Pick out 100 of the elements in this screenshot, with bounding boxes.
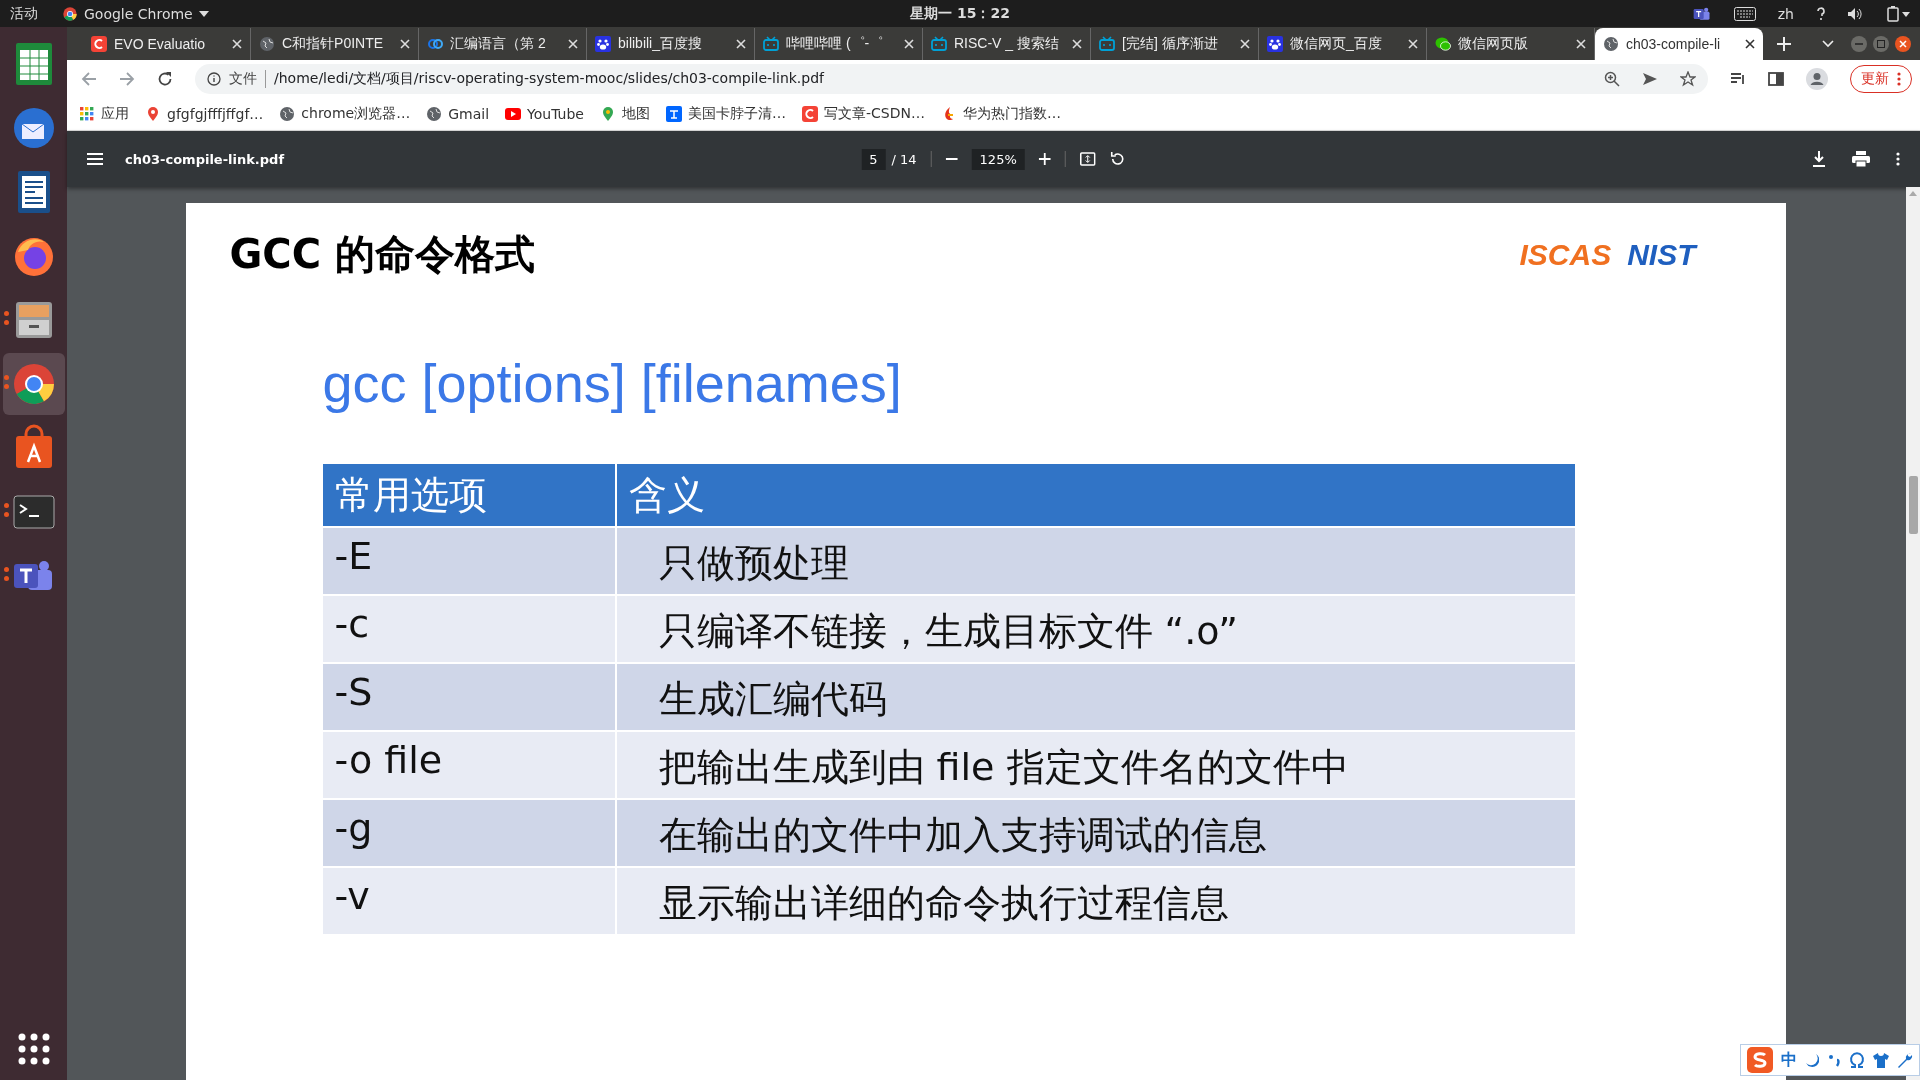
map-pin-icon <box>600 106 616 122</box>
close-icon[interactable] <box>1894 35 1912 53</box>
print-icon[interactable] <box>1852 151 1870 167</box>
bookmark[interactable]: 地图 <box>600 105 650 123</box>
send-icon[interactable] <box>1642 71 1658 87</box>
download-icon[interactable] <box>1812 151 1826 167</box>
bookmark[interactable]: 美国卡脖子清… <box>666 105 786 123</box>
paw-icon <box>1267 36 1283 52</box>
more-icon <box>1897 72 1901 86</box>
logo: NIST <box>1627 237 1696 272</box>
table-cell: -v <box>322 868 615 934</box>
bookmark[interactable]: 华为热门指数… <box>940 105 1061 123</box>
menu-icon[interactable] <box>87 153 103 165</box>
apps-icon <box>79 106 95 122</box>
table-cell: 只做预处理 <box>616 528 1575 594</box>
keyboard-icon[interactable] <box>1733 6 1756 21</box>
reload-icon[interactable] <box>157 71 173 87</box>
logo: ISCAS <box>1519 237 1612 272</box>
info-icon <box>207 72 221 86</box>
page-total: / 14 <box>891 151 917 167</box>
media-list-icon[interactable] <box>1730 71 1746 87</box>
chat-icon <box>1435 36 1451 52</box>
letter-c-icon <box>91 36 107 52</box>
star-icon[interactable] <box>1680 71 1696 87</box>
input-mode-toggle[interactable]: 中 <box>1781 1049 1797 1071</box>
clock[interactable]: 星期一 15：22 <box>910 4 1010 23</box>
running-indicator <box>3 375 9 389</box>
globe-icon <box>259 36 275 52</box>
scrollbar-thumb[interactable] <box>1908 476 1918 534</box>
running-indicator <box>3 567 9 581</box>
rings-icon <box>427 36 443 52</box>
shirt-icon[interactable] <box>1873 1052 1889 1068</box>
globe-icon <box>279 106 296 122</box>
table-cell: -c <box>322 596 615 662</box>
table-cell: 显示输出详细的命令执行过程信息 <box>616 868 1575 934</box>
column-header: 常用选项 <box>322 464 615 526</box>
more-icon[interactable] <box>1896 152 1900 166</box>
tv-icon <box>931 36 947 52</box>
bookmark[interactable]: Gmail <box>426 106 490 122</box>
table-cell: -S <box>322 664 615 730</box>
app-menu[interactable]: Google Chrome <box>62 5 209 22</box>
address-field[interactable]: 文件 /home/ledi/文档/项目/riscv-operating-system-mooc/slides/ch03-compile-link.pdf <box>195 64 1708 94</box>
command-syntax: gcc [options] [filenames] <box>322 352 903 414</box>
play-icon <box>505 106 522 122</box>
file-name: ch03-compile-link.pdf <box>125 151 285 167</box>
back-icon[interactable] <box>81 71 97 87</box>
table-cell: 把输出生成到由 file 指定文件名的文件中 <box>616 732 1575 798</box>
chrome-icon <box>62 5 78 22</box>
table-cell: -o file <box>322 732 615 798</box>
letter-c-icon <box>802 106 818 122</box>
table-cell: -E <box>322 528 615 594</box>
table-cell: 只编译不链接，生成目标文件 “.o” <box>616 596 1575 662</box>
table-cell: -g <box>322 800 615 866</box>
bookmark[interactable]: 写文章-CSDN… <box>802 105 925 123</box>
update-button[interactable]: 更新 <box>1850 65 1912 93</box>
plus-icon[interactable] <box>1777 37 1791 51</box>
profile-icon[interactable] <box>1806 68 1828 90</box>
side-panel-icon[interactable] <box>1768 71 1784 87</box>
activities-button[interactable]: 活动 <box>10 4 38 23</box>
scrollbar[interactable] <box>1906 187 1920 1080</box>
forward-icon[interactable] <box>119 71 135 87</box>
paw-icon <box>595 36 611 52</box>
table-cell: 在输出的文件中加入支持调试的信息 <box>616 800 1575 866</box>
zoom-field[interactable]: 125% <box>971 148 1025 170</box>
url-text: /home/ledi/文档/项目/riscv-operating-system-mooc/slides/ch03-compile-link.pdf <box>274 70 824 88</box>
help-icon[interactable] <box>1816 6 1826 21</box>
volume-icon[interactable] <box>1848 6 1864 21</box>
dock-item[interactable] <box>2 353 65 415</box>
zoom-icon[interactable] <box>1604 71 1620 87</box>
bookmark[interactable]: chrome浏览器… <box>279 105 411 123</box>
tv-icon <box>763 36 779 52</box>
app-grid-icon[interactable] <box>16 1032 51 1066</box>
fit-page-icon[interactable] <box>1079 151 1096 167</box>
scheme-label: 文件 <box>229 70 266 88</box>
input-method-menu[interactable]: zh <box>1777 5 1794 22</box>
pin-icon <box>145 106 161 122</box>
rotate-icon[interactable] <box>1109 151 1126 167</box>
square-icon <box>666 106 682 122</box>
caret-icon <box>198 10 209 17</box>
chevron-down-icon[interactable] <box>1822 40 1834 48</box>
bookmark[interactable]: 应用 <box>79 105 129 123</box>
globe-icon <box>426 106 443 122</box>
zoom-in-icon[interactable] <box>1038 153 1051 165</box>
moon-icon[interactable] <box>1805 1053 1819 1067</box>
running-indicator <box>3 311 9 325</box>
wrench-icon[interactable] <box>1897 1052 1913 1068</box>
bookmark[interactable]: gfgfgjfffjffgf… <box>145 106 264 122</box>
punctuation-icon[interactable] <box>1827 1053 1841 1067</box>
browser-tab[interactable]: ch03-compile-li <box>1595 28 1763 60</box>
slide-heading: GCC 的命令格式 <box>229 230 535 279</box>
globe-icon <box>1603 36 1619 52</box>
column-header: 含义 <box>616 464 1575 526</box>
close-icon[interactable] <box>1745 39 1755 49</box>
battery-icon[interactable] <box>1886 5 1910 22</box>
table-cell: 生成汇编代码 <box>616 664 1575 730</box>
bookmark[interactable]: YouTube <box>505 106 584 122</box>
omega-icon[interactable] <box>1849 1052 1865 1068</box>
running-indicator <box>3 503 9 517</box>
page-number-field[interactable]: 5 <box>861 148 886 170</box>
s-logo-icon[interactable] <box>1747 1047 1773 1073</box>
